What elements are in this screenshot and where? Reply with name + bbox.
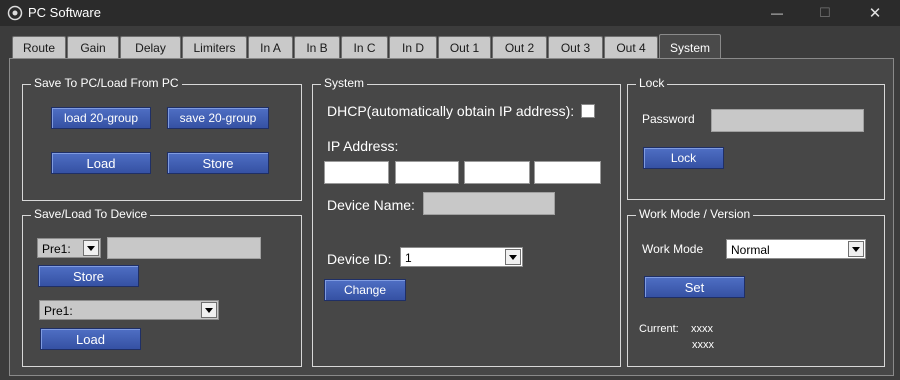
tab-delay[interactable]: Delay — [120, 36, 181, 58]
tab-out-3[interactable]: Out 3 — [548, 36, 603, 58]
tab-system[interactable]: System — [659, 34, 721, 60]
lock-button[interactable]: Lock — [643, 147, 724, 169]
current-version-line-1: xxxx — [691, 323, 713, 335]
maximize-button[interactable]: ☐ — [802, 0, 848, 26]
store-preset-value: Pre1: — [42, 242, 71, 256]
chevron-down-icon — [848, 241, 864, 257]
password-label: Password — [642, 112, 695, 126]
load-20-group-button[interactable]: load 20-group — [51, 107, 151, 129]
tab-limiters[interactable]: Limiters — [182, 36, 247, 58]
load-from-pc-button[interactable]: Load — [51, 152, 151, 174]
window-title: PC Software — [28, 5, 101, 20]
app-icon — [7, 5, 23, 21]
load-preset-select[interactable]: Pre1: — [39, 300, 219, 320]
lock-group-title: Lock — [636, 76, 668, 90]
chevron-down-icon — [83, 240, 99, 256]
minimize-icon: — — [771, 6, 783, 20]
close-icon: ✕ — [868, 5, 882, 22]
device-group: Save/Load To Device Pre1: Store Pre1: Lo… — [22, 207, 302, 367]
tab-in-b[interactable]: In B — [294, 36, 340, 58]
tab-in-c[interactable]: In C — [341, 36, 388, 58]
workmode-group: Work Mode / Version Work Mode Normal Set… — [627, 207, 885, 367]
current-version-label: Current: — [639, 323, 679, 335]
tab-route[interactable]: Route — [12, 36, 66, 58]
tab-out-1[interactable]: Out 1 — [438, 36, 491, 58]
tab-gain[interactable]: Gain — [67, 36, 119, 58]
store-preset-name-field[interactable] — [107, 237, 261, 259]
password-field[interactable] — [711, 109, 864, 132]
minimize-button[interactable]: — — [754, 0, 800, 26]
device-name-label: Device Name: — [327, 197, 415, 213]
chevron-down-icon — [505, 249, 521, 265]
load-from-device-button[interactable]: Load — [40, 328, 141, 350]
tab-in-a[interactable]: In A — [248, 36, 293, 58]
dhcp-checkbox[interactable] — [581, 104, 595, 118]
store-to-device-button[interactable]: Store — [38, 265, 139, 287]
pc-group-title: Save To PC/Load From PC — [31, 76, 182, 90]
ip-octet-3-field[interactable] — [464, 161, 530, 184]
ip-octet-1-field[interactable] — [324, 161, 389, 184]
device-id-select[interactable]: 1 — [400, 247, 523, 267]
ip-octet-4-field[interactable] — [534, 161, 601, 184]
change-button[interactable]: Change — [324, 279, 406, 301]
tab-in-d[interactable]: In D — [389, 36, 437, 58]
device-name-field[interactable] — [423, 192, 555, 215]
store-to-pc-button[interactable]: Store — [167, 152, 269, 174]
device-id-label: Device ID: — [327, 251, 392, 267]
title-bar: PC Software — ☐ ✕ — [0, 0, 900, 26]
work-mode-select[interactable]: Normal — [726, 239, 866, 259]
pc-group: Save To PC/Load From PC load 20-group sa… — [22, 76, 302, 201]
lock-group: Lock Password Lock — [627, 76, 885, 200]
ip-octet-2-field[interactable] — [395, 161, 459, 184]
work-mode-value: Normal — [731, 243, 770, 257]
system-group-title: System — [321, 76, 368, 90]
store-preset-select[interactable]: Pre1: — [37, 238, 101, 258]
dhcp-label: DHCP(automatically obtain IP address): — [327, 103, 575, 119]
system-group: System DHCP(automatically obtain IP addr… — [312, 76, 621, 367]
workmode-group-title: Work Mode / Version — [636, 207, 754, 221]
load-preset-value: Pre1: — [44, 304, 73, 318]
device-group-title: Save/Load To Device — [31, 207, 151, 221]
chevron-down-icon — [201, 302, 217, 318]
device-id-value: 1 — [405, 251, 412, 265]
ip-address-label: IP Address: — [327, 138, 399, 154]
system-tab-panel: Save To PC/Load From PC load 20-group sa… — [9, 58, 894, 376]
save-20-group-button[interactable]: save 20-group — [167, 107, 269, 129]
tab-out-2[interactable]: Out 2 — [492, 36, 547, 58]
close-button[interactable]: ✕ — [852, 0, 898, 26]
maximize-icon: ☐ — [819, 5, 831, 20]
tab-out-4[interactable]: Out 4 — [604, 36, 658, 58]
set-button[interactable]: Set — [644, 276, 745, 298]
current-version-line-2: xxxx — [692, 339, 714, 351]
work-mode-label: Work Mode — [642, 242, 704, 256]
